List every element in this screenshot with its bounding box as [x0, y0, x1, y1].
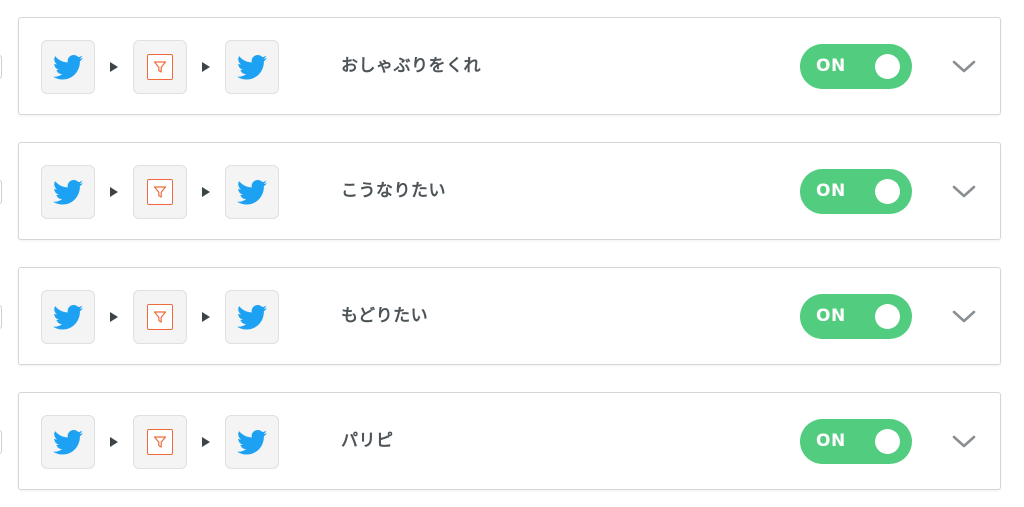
action-step[interactable] — [225, 165, 279, 219]
trigger-step[interactable] — [41, 165, 95, 219]
flow-list: おしゃぶりをくれ ON こうなりたい ON もどりたい ON パリピ ON — [0, 0, 1024, 507]
chevron-down-icon[interactable] — [949, 302, 979, 332]
twitter-bird-icon — [53, 429, 83, 454]
flow-name[interactable]: パリピ — [341, 393, 394, 489]
flow-steps — [41, 165, 279, 219]
arrow-right-icon — [187, 415, 225, 469]
chevron-down-icon[interactable] — [949, 427, 979, 457]
action-step[interactable] — [225, 415, 279, 469]
trigger-step[interactable] — [41, 40, 95, 94]
flow-name[interactable]: こうなりたい — [341, 143, 446, 239]
toggle-label: ON — [816, 306, 846, 326]
flow-steps — [41, 415, 279, 469]
filter-funnel-icon — [147, 304, 173, 330]
arrow-right-icon — [95, 40, 133, 94]
filter-step[interactable] — [133, 415, 187, 469]
toggle-label: ON — [816, 181, 846, 201]
row-checkbox[interactable] — [0, 305, 2, 329]
twitter-bird-icon — [53, 54, 83, 79]
twitter-bird-icon — [237, 54, 267, 79]
arrow-right-icon — [187, 290, 225, 344]
filter-step[interactable] — [133, 290, 187, 344]
arrow-right-icon — [95, 415, 133, 469]
flow-name[interactable]: おしゃぶりをくれ — [341, 18, 481, 114]
enable-toggle[interactable]: ON — [800, 44, 912, 89]
arrow-right-icon — [187, 40, 225, 94]
toggle-label: ON — [816, 56, 846, 76]
enable-toggle[interactable]: ON — [800, 294, 912, 339]
row-checkbox[interactable] — [0, 430, 2, 454]
action-step[interactable] — [225, 290, 279, 344]
flow-steps — [41, 40, 279, 94]
enable-toggle[interactable]: ON — [800, 419, 912, 464]
action-step[interactable] — [225, 40, 279, 94]
row-checkbox[interactable] — [0, 55, 2, 79]
toggle-knob — [875, 54, 900, 79]
arrow-right-icon — [95, 165, 133, 219]
filter-step[interactable] — [133, 165, 187, 219]
trigger-step[interactable] — [41, 290, 95, 344]
twitter-bird-icon — [53, 304, 83, 329]
arrow-right-icon — [95, 290, 133, 344]
flow-card[interactable]: パリピ ON — [18, 392, 1001, 490]
filter-step[interactable] — [133, 40, 187, 94]
arrow-right-icon — [187, 165, 225, 219]
flow-card[interactable]: こうなりたい ON — [18, 142, 1001, 240]
toggle-knob — [875, 304, 900, 329]
filter-funnel-icon — [147, 179, 173, 205]
filter-funnel-icon — [147, 429, 173, 455]
twitter-bird-icon — [237, 179, 267, 204]
row-checkbox[interactable] — [0, 180, 2, 204]
toggle-label: ON — [816, 431, 846, 451]
chevron-down-icon[interactable] — [949, 52, 979, 82]
twitter-bird-icon — [237, 304, 267, 329]
chevron-down-icon[interactable] — [949, 177, 979, 207]
flow-card[interactable]: もどりたい ON — [18, 267, 1001, 365]
filter-funnel-icon — [147, 54, 173, 80]
enable-toggle[interactable]: ON — [800, 169, 912, 214]
toggle-knob — [875, 179, 900, 204]
toggle-knob — [875, 429, 900, 454]
flow-card[interactable]: おしゃぶりをくれ ON — [18, 17, 1001, 115]
trigger-step[interactable] — [41, 415, 95, 469]
twitter-bird-icon — [53, 179, 83, 204]
flow-steps — [41, 290, 279, 344]
twitter-bird-icon — [237, 429, 267, 454]
flow-name[interactable]: もどりたい — [341, 268, 428, 364]
